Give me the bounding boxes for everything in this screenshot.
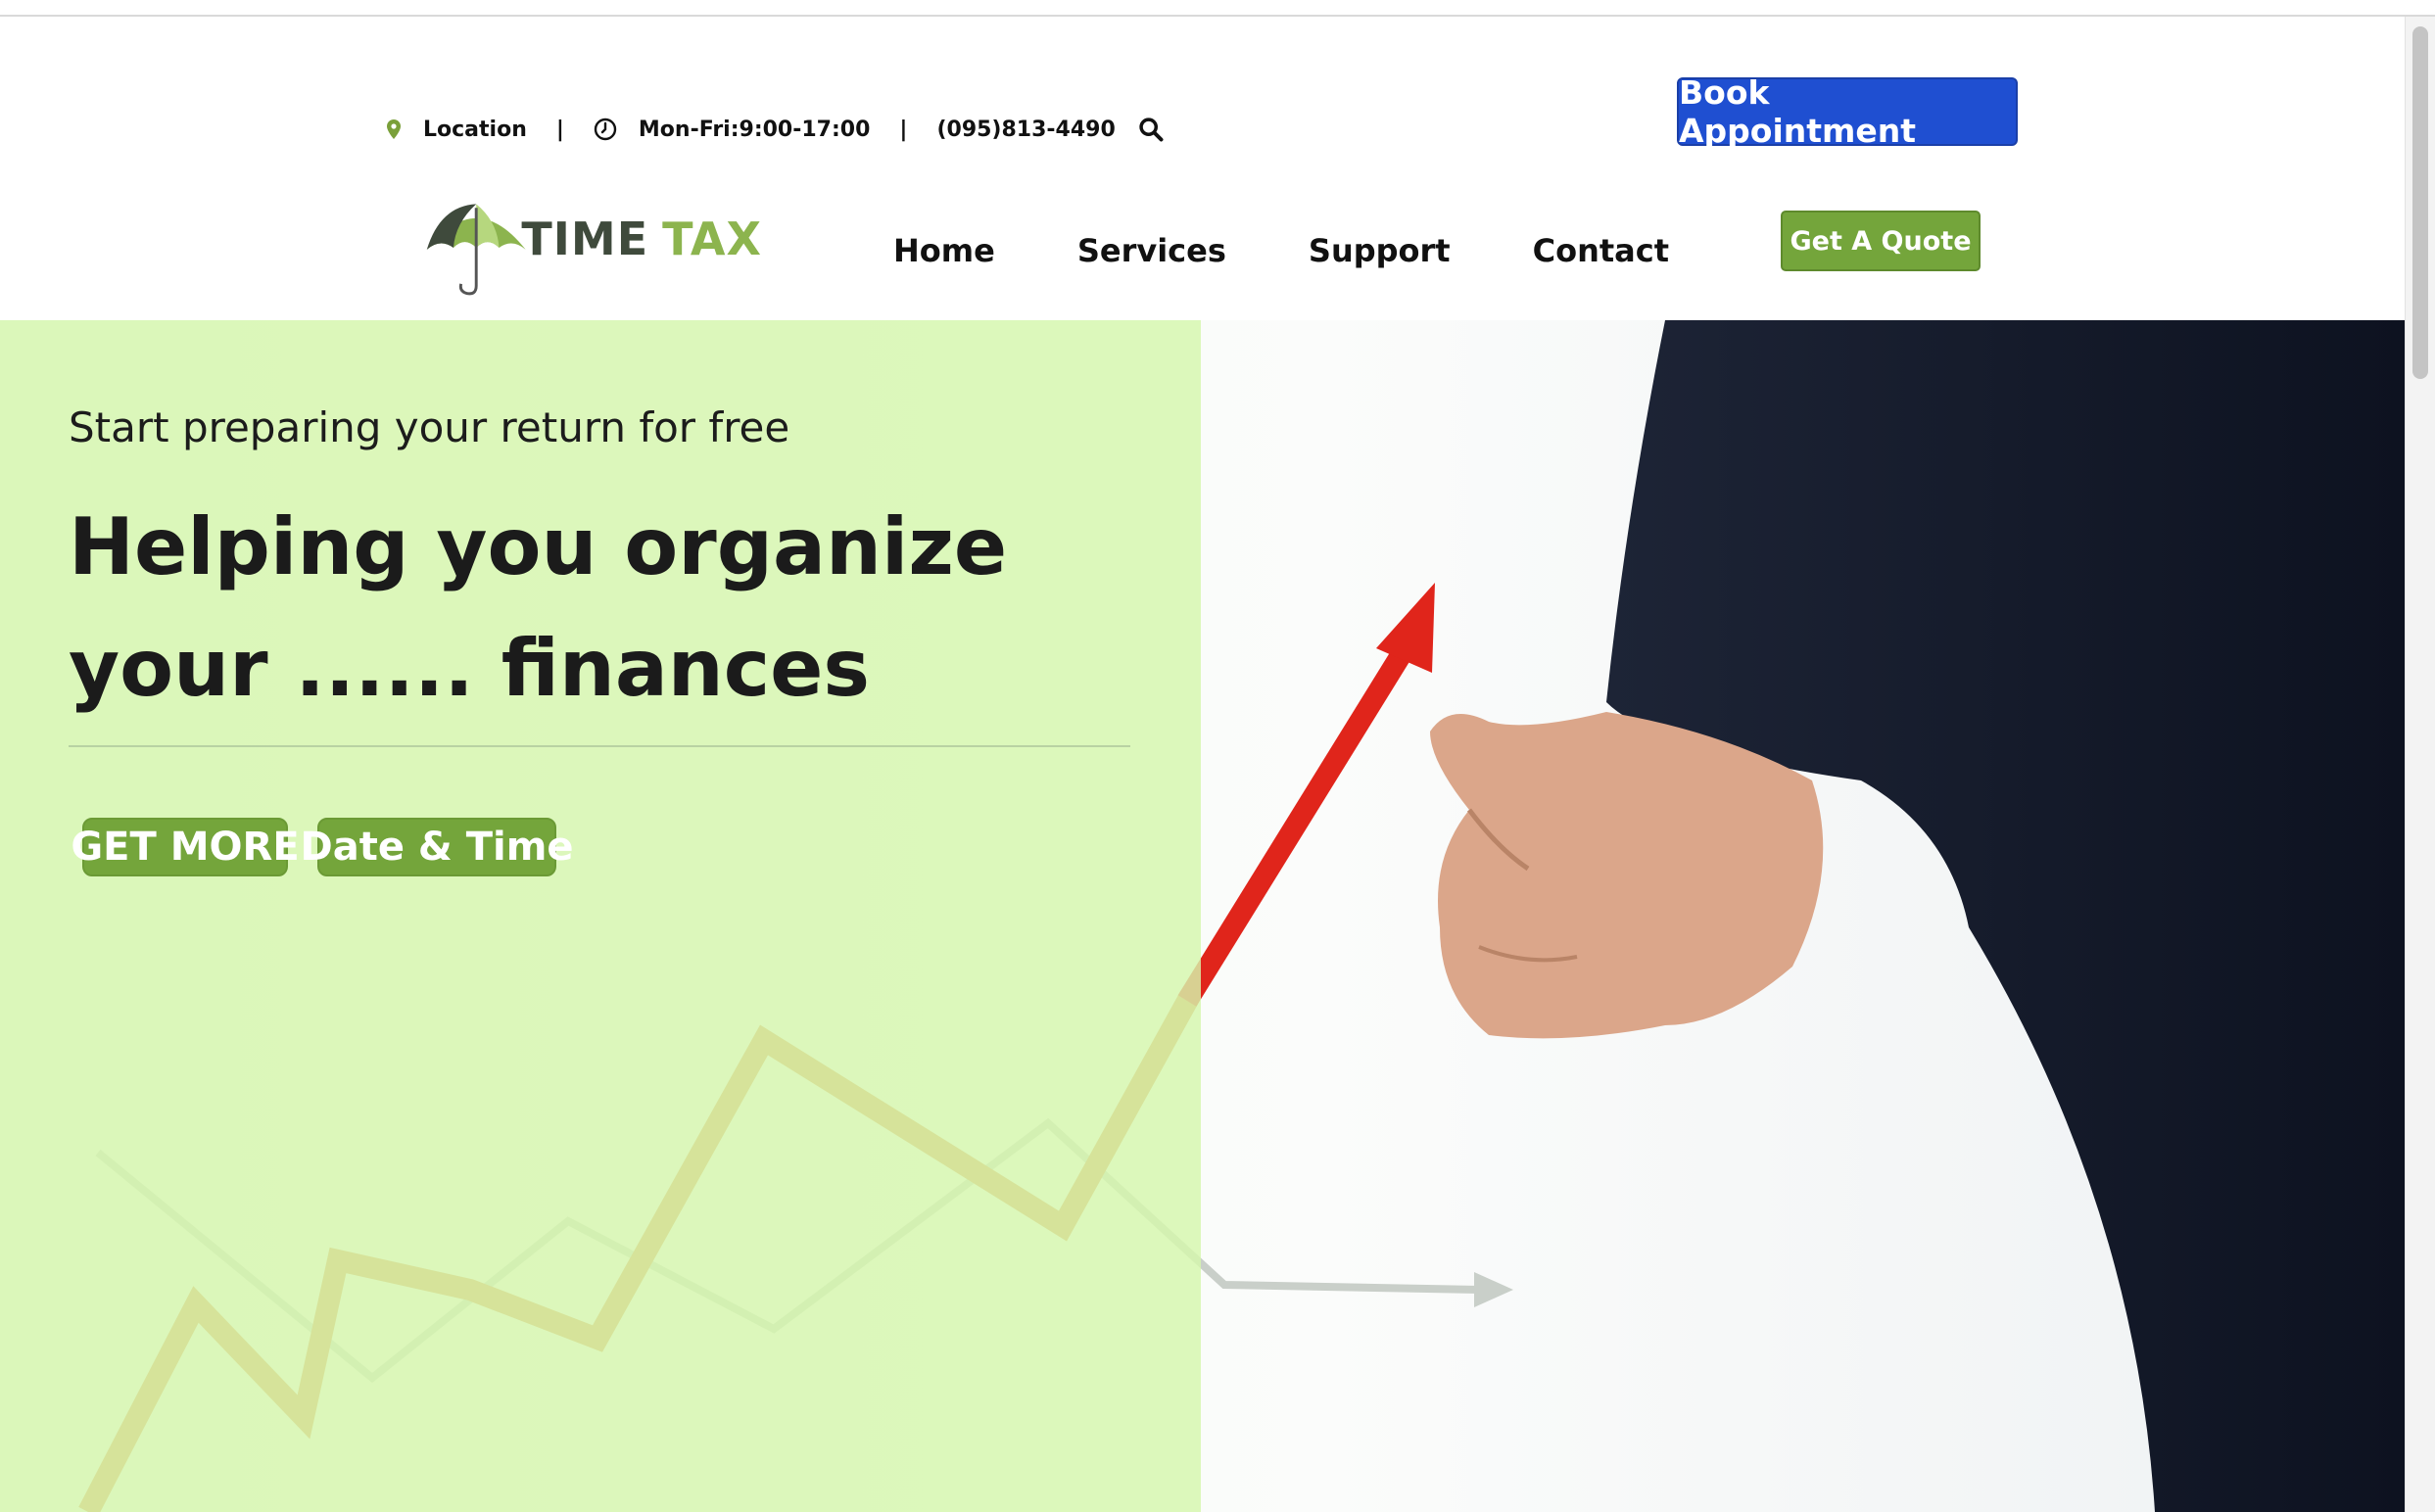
page: Location | Mon-Fri:9:00-17:00 | (095)813…: [0, 17, 2406, 1512]
book-appointment-button[interactable]: Book Appointment: [1677, 73, 2018, 150]
clock-icon: [594, 118, 617, 141]
nav-support[interactable]: Support: [1309, 232, 1451, 269]
hero-divider: [69, 745, 1130, 747]
location-label: Location: [423, 117, 527, 142]
phone-label[interactable]: (095)813-4490: [936, 118, 1115, 142]
hours-item: Mon-Fri:9:00-17:00: [594, 117, 871, 142]
hero-subtitle: Start preparing your return for free: [69, 403, 790, 451]
logo-tax: TAX: [662, 213, 762, 265]
hero-title-line2: your ...... finances: [69, 623, 871, 714]
get-more-button[interactable]: GET MORE: [71, 818, 300, 876]
nav-contact[interactable]: Contact: [1533, 232, 1669, 269]
get-quote-button[interactable]: Get A Quote: [1781, 211, 1981, 271]
browser-top-edge: [0, 0, 2435, 17]
search-icon[interactable]: [1137, 116, 1165, 143]
logo-text: TIME TAX: [521, 213, 762, 265]
hero-title-line1: Helping you organize: [69, 501, 1008, 592]
info-bar: Location | Mon-Fri:9:00-17:00 | (095)813…: [382, 100, 1165, 159]
logo[interactable]: TIME TAX: [419, 193, 762, 301]
location-item[interactable]: Location: [382, 118, 527, 142]
date-time-button[interactable]: Date & Time: [301, 818, 574, 876]
separator: |: [899, 117, 908, 142]
umbrella-icon: [426, 204, 526, 296]
main-nav: Home Services Support Contact: [893, 232, 1669, 269]
scrollbar-thumb[interactable]: [2412, 26, 2428, 379]
hero-title: Helping you organize your ...... finance…: [69, 487, 1146, 730]
nav-home[interactable]: Home: [893, 232, 995, 269]
map-pin-icon: [387, 119, 401, 139]
hours-label: Mon-Fri:9:00-17:00: [638, 117, 871, 142]
scrollbar[interactable]: [2405, 17, 2435, 1512]
separator: |: [555, 117, 564, 142]
nav-services[interactable]: Services: [1077, 232, 1226, 269]
phone-item[interactable]: (095)813-4490: [936, 116, 1164, 143]
logo-time: TIME: [521, 213, 649, 265]
hero: Start preparing your return for free Hel…: [0, 320, 2406, 1512]
